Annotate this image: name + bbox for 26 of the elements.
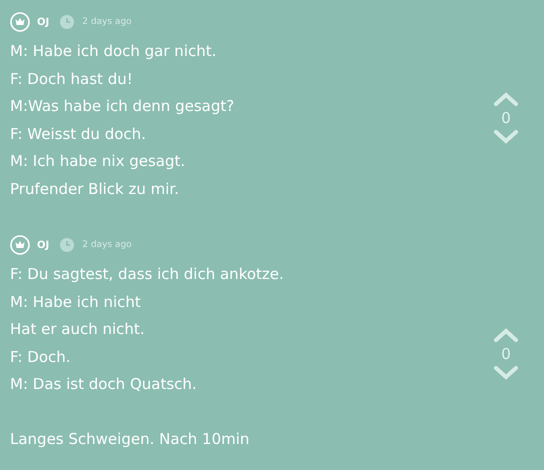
post-line: M:Was habe ich denn gesagt? [10,96,234,117]
post-line: F: Weisst du doch. [10,124,146,144]
post-line: Hat er auch nicht. [10,319,145,340]
vote-score: 0 [501,108,511,128]
post-line: F: Doch hast du! [10,68,133,90]
downvote-icon[interactable] [493,365,519,381]
downvote-icon[interactable] [493,128,519,144]
author-name[interactable]: OJ [37,240,50,250]
post-line: Prufender Blick zu mir. [10,178,179,200]
post-line: Langes Schweigen. Nach 10min [10,428,250,450]
clock-icon [60,15,74,29]
post-line: F: Doch. [10,346,71,368]
upvote-icon[interactable] [493,90,519,106]
crown-avatar-icon [10,12,30,32]
post-line: M: Habe ich nicht [10,292,141,312]
post-line: M: Habe ich doch gar nicht. [10,41,216,62]
clock-icon [60,238,74,252]
post-time: 2 days ago [82,17,132,27]
crown-avatar-icon [10,235,30,255]
vote-score: 0 [501,344,511,365]
post-line: M: Ich habe nix gesagt. [10,151,186,172]
post-line: M: Das ist doch Quatsch. [10,374,197,395]
author-name[interactable]: OJ [37,16,50,28]
post-line: F: Du sagtest, dass ich dich ankotze. [10,264,284,285]
upvote-icon[interactable] [493,327,519,343]
post-time: 2 days ago [82,240,132,250]
